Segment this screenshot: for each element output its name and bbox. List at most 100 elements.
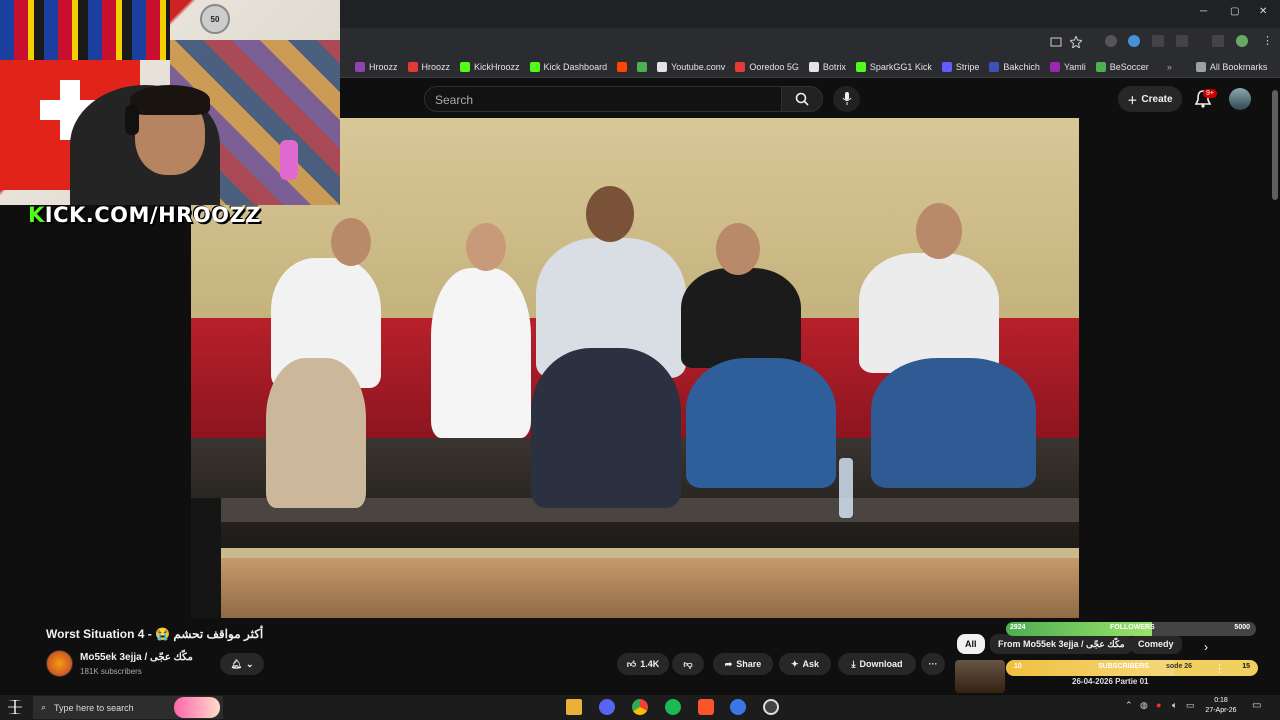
bookmark-item[interactable]: Hroozz — [350, 61, 403, 72]
bookmark-item[interactable]: SparkGG1 Kick — [851, 61, 937, 72]
reading-list-icon[interactable] — [1212, 35, 1224, 47]
subscribers-label: SUBSCRIBERS — [1098, 663, 1149, 670]
chevron-right-icon[interactable]: › — [1204, 640, 1208, 654]
brave-icon[interactable] — [698, 699, 714, 715]
channel-avatar[interactable] — [46, 650, 73, 677]
chip-all[interactable]: All — [957, 634, 985, 654]
channel-subscribers: 181K subscribers — [80, 667, 142, 676]
bookmark-label: Hroozz — [369, 61, 398, 72]
maximize-button[interactable]: ▢ — [1230, 6, 1239, 17]
bookmark-favicon-icon — [657, 61, 668, 72]
wall-clock: 50 — [200, 4, 230, 34]
plus-icon: ＋ — [1127, 95, 1138, 107]
puzzle-icon[interactable] — [1176, 35, 1188, 47]
voice-search-button[interactable] — [833, 86, 860, 112]
kebab-menu-icon[interactable]: ⋮ — [1262, 34, 1273, 47]
all-bookmarks-label: All Bookmarks — [1209, 61, 1268, 72]
tray-app-icon[interactable]: ● — [1156, 700, 1161, 710]
bookmark-label: Ooredoo 5G — [749, 61, 799, 72]
tray-chevron-icon[interactable]: ⌃ — [1125, 700, 1133, 711]
download-label: Download — [859, 659, 903, 669]
create-button[interactable]: ＋ Create — [1118, 86, 1182, 112]
profile-icon[interactable] — [1236, 35, 1248, 47]
person-figure — [686, 358, 836, 488]
kick-logo-letter: K — [28, 203, 45, 227]
bookmark-favicon-icon — [735, 61, 746, 72]
bookmark-item[interactable]: Kick Dashboard — [525, 61, 613, 72]
spotify-icon[interactable] — [665, 699, 681, 715]
star-icon[interactable] — [1070, 36, 1082, 48]
clock-date: 27-Apr-26 — [1205, 707, 1237, 714]
volume-icon[interactable]: 🔈︎ — [1172, 700, 1177, 711]
battery-icon[interactable]: ▭ — [1186, 700, 1195, 711]
bookmark-label: BeSoccer — [1109, 61, 1149, 72]
search-button[interactable] — [781, 86, 823, 112]
person-figure — [859, 253, 999, 373]
download-button[interactable]: ⤓ Download — [838, 653, 916, 675]
chrome-beta-icon[interactable] — [730, 699, 746, 715]
headset-icon — [125, 105, 139, 135]
extension-icon[interactable] — [1128, 35, 1140, 47]
taskbar-clock[interactable]: 0:18 27-Apr-26 — [1198, 696, 1244, 716]
bookmark-label: KickHroozz — [474, 61, 520, 72]
bookmark-item[interactable]: KickHroozz — [455, 61, 525, 72]
bookmark-item[interactable]: BeSoccer — [1091, 61, 1154, 72]
extension-icon[interactable] — [1105, 35, 1117, 47]
search-icon — [795, 92, 809, 106]
discord-icon[interactable] — [599, 699, 615, 715]
close-button[interactable]: ✕ — [1259, 6, 1267, 17]
video-scene-floor — [191, 558, 1079, 618]
user-avatar[interactable] — [1229, 88, 1251, 110]
bookmark-item[interactable] — [632, 61, 652, 72]
install-icon[interactable] — [1050, 36, 1062, 48]
dislike-button[interactable]: 👎︎ — [672, 653, 704, 675]
like-button[interactable]: 👍︎ 1.4K — [617, 653, 669, 675]
tray-network-icon[interactable]: ◍ — [1140, 700, 1148, 711]
streamer-webcam: 50 — [0, 0, 340, 205]
followers-current: 2924 — [1010, 624, 1026, 631]
thumbs-up-icon: 👍︎ — [626, 658, 637, 669]
bookmark-item[interactable]: Hroozz — [403, 61, 456, 72]
obs-icon[interactable] — [763, 699, 779, 715]
page-scrollbar[interactable] — [1272, 90, 1278, 200]
bookmark-item[interactable]: Ooredoo 5G — [730, 61, 804, 72]
recommended-thumbnail[interactable] — [955, 660, 1005, 693]
file-explorer-icon[interactable] — [566, 699, 582, 715]
bookmark-item[interactable]: Botrix — [804, 61, 851, 72]
person-figure — [266, 358, 366, 508]
minimize-button[interactable]: ─ — [1200, 6, 1207, 17]
bookmarks-overflow-button[interactable]: » — [1162, 62, 1177, 72]
create-label: Create — [1141, 93, 1173, 105]
extension-icon[interactable] — [1152, 35, 1164, 47]
ask-button[interactable]: ✦ Ask — [779, 653, 831, 675]
football-scarves — [0, 0, 170, 60]
chrome-icon[interactable] — [632, 699, 648, 715]
recommended-episode: sode 26 — [1166, 663, 1193, 670]
chip-from-channel[interactable]: From Mo55ek 3ejja / مكّك عجّى — [990, 634, 1133, 654]
recommended-more-icon[interactable]: ⋮ — [1214, 662, 1225, 675]
followers-label: FOLLOWERS — [1110, 624, 1155, 631]
bookmark-item[interactable]: Youtube.conv — [652, 61, 730, 72]
chip-comedy[interactable]: Comedy — [1130, 634, 1182, 654]
person-head — [331, 218, 371, 266]
share-button[interactable]: ➦ Share — [713, 653, 773, 675]
bookmark-item[interactable]: Bakchich — [984, 61, 1045, 72]
person-figure — [681, 268, 801, 368]
more-actions-button[interactable]: ··· — [921, 653, 945, 675]
bookmark-item[interactable]: Stripe — [937, 61, 985, 72]
search-input[interactable]: Search — [424, 86, 782, 112]
bookmark-item[interactable]: Yamli — [1045, 61, 1091, 72]
bookmark-favicon-icon — [1095, 61, 1106, 72]
bookmark-favicon-icon — [637, 61, 648, 72]
subscribed-bell-button[interactable]: 🔔︎ ⌄ — [220, 653, 264, 675]
channel-name[interactable]: Mo55ek 3ejja / مكّك عجّى — [80, 652, 193, 663]
bookmark-label: SparkGG1 Kick — [869, 61, 932, 72]
bookmark-item[interactable] — [612, 61, 632, 72]
bookmark-favicon-icon — [989, 61, 1000, 72]
kick-channel-overlay: KICK.COM/HROOZZ — [28, 203, 261, 227]
all-bookmarks-button[interactable]: All Bookmarks — [1191, 61, 1273, 72]
recommended-date: 26-04-2026 Partie 01 — [1072, 677, 1149, 686]
search-highlight-icon — [174, 697, 220, 718]
notification-center-icon[interactable]: ▭ — [1252, 700, 1261, 711]
bookmark-favicon-icon — [855, 61, 866, 72]
